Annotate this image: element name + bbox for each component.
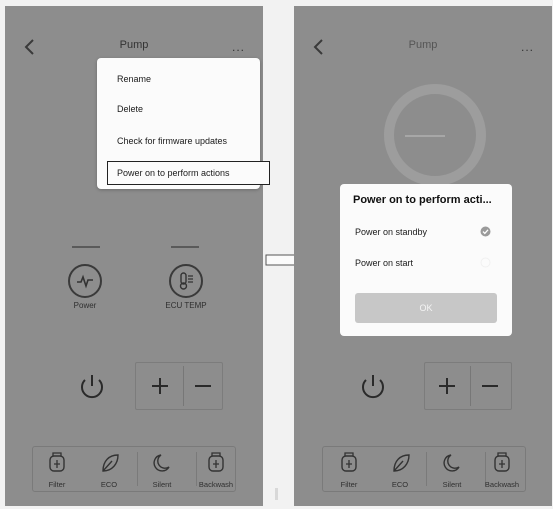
- mode-eco[interactable]: ECO: [87, 446, 131, 492]
- power-status-label: Power: [73, 301, 97, 310]
- check-icon[interactable]: [480, 226, 491, 237]
- option-power-on-start[interactable]: Power on start: [355, 258, 413, 268]
- menu-item-power-on-actions[interactable]: Power on to perform actions: [117, 168, 230, 178]
- ecu-value-dash: [171, 246, 199, 248]
- minus-icon[interactable]: [470, 366, 510, 406]
- leaf-icon: [393, 454, 410, 472]
- more-options-icon[interactable]: ...: [521, 40, 534, 54]
- moon-icon: [443, 454, 460, 472]
- power-icon[interactable]: [68, 362, 116, 410]
- mode-silent[interactable]: Silent: [140, 446, 184, 492]
- mode-silent[interactable]: Silent: [430, 446, 474, 492]
- filter-icon: [49, 452, 65, 472]
- mode-filter[interactable]: Filter: [327, 446, 371, 492]
- mode-eco[interactable]: ECO: [378, 446, 422, 492]
- mode-backwash[interactable]: Backwash: [480, 446, 524, 492]
- thermometer-icon: [169, 264, 203, 298]
- backwash-icon: [208, 452, 224, 472]
- radio-unselected-icon[interactable]: [480, 257, 491, 268]
- mode-filter[interactable]: Filter: [35, 446, 79, 492]
- plus-icon[interactable]: [140, 366, 180, 406]
- plus-icon[interactable]: [427, 366, 467, 406]
- ok-button[interactable]: OK: [355, 293, 497, 323]
- mode-label: Backwash: [484, 480, 520, 489]
- power-status-icon: [68, 264, 102, 298]
- leaf-icon: [102, 454, 119, 472]
- page-title: Pump: [119, 39, 149, 51]
- option-power-on-standby[interactable]: Power on standby: [355, 227, 427, 237]
- moon-icon: [153, 454, 170, 472]
- minus-icon[interactable]: [183, 366, 223, 406]
- power-value-dash: [72, 246, 100, 248]
- filter-icon: [341, 452, 357, 472]
- menu-item-delete[interactable]: Delete: [117, 104, 143, 114]
- mode-backwash[interactable]: Backwash: [194, 446, 238, 492]
- dialog-title: Power on to perform acti...: [353, 194, 492, 206]
- page-title: Pump: [408, 39, 438, 51]
- menu-item-firmware[interactable]: Check for firmware updates: [117, 136, 227, 146]
- backwash-icon: [494, 452, 510, 472]
- menu-item-rename[interactable]: Rename: [117, 74, 151, 84]
- divider: [275, 488, 278, 500]
- power-icon[interactable]: [349, 362, 397, 410]
- ecu-temp-label: ECU TEMP: [165, 301, 207, 310]
- more-options-icon[interactable]: ...: [232, 40, 245, 54]
- mode-label: Backwash: [198, 480, 234, 489]
- gauge-value-dash: [405, 135, 445, 137]
